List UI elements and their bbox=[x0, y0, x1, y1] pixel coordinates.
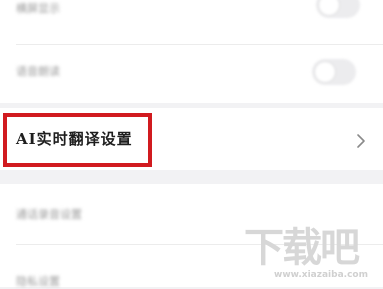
watermark-logo: 下载吧 www.xiazaiba.com bbox=[244, 226, 372, 284]
settings-row-2-label: 语音朗读 bbox=[16, 65, 60, 78]
settings-row-1[interactable]: 横屏显示 bbox=[0, 0, 383, 42]
highlight-box bbox=[3, 113, 152, 167]
row-2-toggle[interactable] bbox=[312, 59, 356, 85]
settings-row-2[interactable]: 语音朗读 bbox=[0, 45, 383, 103]
watermark-main: 下载吧 bbox=[244, 225, 360, 271]
row-1-toggle[interactable] bbox=[316, 0, 360, 18]
watermark-url: www.xiazaiba.com bbox=[274, 270, 368, 280]
settings-card-top: 横屏显示 语音朗读 bbox=[0, 0, 383, 103]
settings-row-1-label: 横屏显示 bbox=[16, 2, 60, 15]
settings-row-4-label: 通话录音设置 bbox=[16, 208, 82, 221]
chevron-right-icon bbox=[357, 134, 365, 148]
